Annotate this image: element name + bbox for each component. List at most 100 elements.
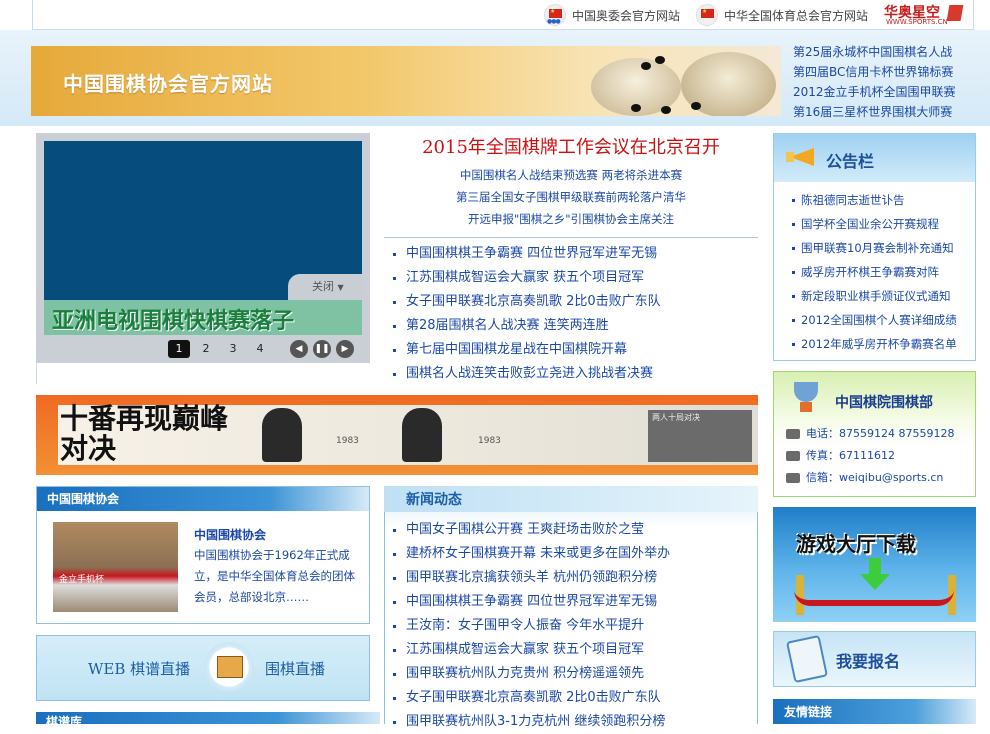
headline-subheads: 中国围棋名人战结束预选赛 两老将杀进本赛 第三届全国女子围棋甲级联赛前两轮落户清… (384, 164, 758, 230)
department-mail[interactable]: 信箱：weiqibu@sports.cn (786, 468, 943, 488)
go-stone-icon (631, 104, 641, 112)
previous-icon[interactable]: ◀ (290, 340, 308, 358)
association-description: 中国围棋协会于1962年正式成立，是中华全国体育总会的团体会员，总部设北京…… (194, 548, 355, 604)
news-item[interactable]: 围甲联赛杭州队3-1力克杭州 继续领跑积分榜 (384, 710, 758, 734)
center-news-list: 中国围棋棋王争霸赛 四位世界冠军进军无锡 江苏围棋成智运会大赢家 获五个项目冠军… (384, 242, 758, 386)
department-mail-text: 信箱：weiqibu@sports.cn (806, 471, 944, 484)
slideshow-close-button[interactable]: 关闭 ▼ (288, 274, 362, 300)
pause-icon[interactable]: ❚❚ (313, 340, 331, 358)
notice-item[interactable]: 围甲联赛10月赛会制补充通知 (790, 236, 970, 260)
notice-item[interactable]: 国学杯全国业余公开赛规程 (790, 212, 970, 236)
notice-list: 陈祖德同志逝世讣告 国学杯全国业余公开赛规程 围甲联赛10月赛会制补充通知 威孚… (790, 188, 970, 356)
association-building-photo[interactable]: 金立手机杯 (53, 522, 178, 612)
banner-news-list: 第25届永城杯中国围棋名人战 第四届BC信用卡杯世界锦标赛 2012金立手机杯全… (793, 42, 983, 122)
news-dynamics-list: 中国女子围棋公开赛 王爽赶场击败於之莹 建桥杯女子围棋赛开幕 未来或更多在国外举… (384, 518, 758, 734)
mail-icon (786, 473, 800, 483)
banner-news-item[interactable]: 第16届三星杯世界围棋大师赛 (793, 102, 983, 122)
chevron-down-icon: ▼ (337, 283, 344, 292)
player-portrait (262, 408, 302, 462)
news-item[interactable]: 女子围甲联赛北京高奏凯歌 2比0击败广东队 (384, 686, 758, 710)
sign-up-title: 我要报名 (836, 652, 901, 671)
association-photo-sign: 金立手机杯 (59, 575, 105, 585)
notice-item[interactable]: 陈祖德同志逝世讣告 (790, 188, 970, 212)
sports-cn-logo-mark-icon (946, 5, 964, 21)
ad-year-label: 1983 (478, 436, 501, 446)
go-stone-icon (691, 102, 701, 110)
divider (384, 237, 758, 238)
news-item[interactable]: 围棋名人战连笑击败彭立尧进入挑战者决赛 (384, 362, 758, 386)
notice-item[interactable]: 2012全国围棋个人赛详细成绩 (790, 308, 970, 332)
phone-icon (786, 429, 800, 439)
slideshow-page-button[interactable]: 3 (222, 340, 244, 358)
friendly-links-title[interactable]: 友情链接 (784, 703, 832, 720)
banner-news-item[interactable]: 第四届BC信用卡杯世界锦标赛 (793, 62, 983, 82)
news-item[interactable]: 中国女子围棋公开赛 王爽赶场击败於之莹 (384, 518, 758, 542)
slideshow-page-button[interactable]: 4 (249, 340, 271, 358)
ad-year-label: 1983 (336, 436, 359, 446)
slideshow-page-button[interactable]: 2 (195, 340, 217, 358)
notice-item[interactable]: 2012年威孚房开杯争霸赛名单 (790, 332, 970, 356)
headline-subhead[interactable]: 中国围棋名人战结束预选赛 两老将杀进本赛 (384, 164, 758, 186)
department-phone: 电话：87559124 87559128 (786, 424, 954, 444)
fax-icon (786, 451, 800, 461)
news-item[interactable]: 女子围甲联赛北京高奏凯歌 2比0击败广东队 (384, 290, 758, 314)
slideshow-pager: 1 2 3 4 ◀ ❚❚ ▶ (168, 340, 354, 358)
megaphone-icon (784, 142, 820, 172)
velvet-rope-icon (794, 590, 954, 606)
next-icon[interactable]: ▶ (336, 340, 354, 358)
association-box-header[interactable]: 中国围棋协会 (37, 487, 369, 511)
go-department-title: 中国棋院围棋部 (835, 395, 933, 411)
slideshow-caption[interactable]: 亚洲电视围棋快棋赛落子 (52, 303, 294, 335)
slideshow-close-label: 关闭 (312, 280, 334, 293)
sports-federation-link[interactable]: 中华全国体育总会官方网站 (696, 4, 868, 26)
news-item[interactable]: 建桥杯女子围棋赛开幕 未来或更多在国外举办 (384, 542, 758, 566)
news-item[interactable]: 江苏围棋成智运会大赢家 获五个项目冠军 (384, 266, 758, 290)
olympic-flag-icon: ●●● (544, 4, 566, 26)
notice-board-title[interactable]: 公告栏 (826, 148, 874, 172)
slideshow-footer (36, 363, 370, 384)
news-dynamics-title[interactable]: 新闻动态 (406, 489, 462, 509)
sports-cn-logo[interactable]: 华奥星空 WWW.SPORTS.CN (884, 2, 966, 28)
sports-federation-label: 中华全国体育总会官方网站 (724, 8, 869, 23)
site-title: 中国围棋协会官方网站 (63, 72, 273, 96)
banner-news-item[interactable]: 2012金立手机杯全国围甲联赛 (793, 82, 983, 102)
trophy-icon (790, 376, 824, 416)
headline-title[interactable]: 2015年全国棋牌工作会议在北京召开 (384, 133, 758, 159)
game-records-header[interactable]: 棋谱库 (36, 712, 380, 729)
news-item[interactable]: 中国围棋棋王争霸赛 四位世界冠军进军无锡 (384, 242, 758, 266)
slideshow-page-button[interactable]: 1 (168, 340, 190, 358)
web-record-live-link[interactable]: WEB 棋谱直播 (88, 658, 190, 679)
site-banner: 中国围棋协会官方网站 (31, 46, 781, 116)
headline-subhead[interactable]: 第三届全国女子围棋甲级联赛前两轮落户清华 (384, 186, 758, 208)
china-flag-icon (696, 4, 718, 26)
go-board-icon (204, 642, 254, 692)
banner-news-item[interactable]: 第25届永城杯中国围棋名人战 (793, 42, 983, 62)
ad-record-table: 两人十局对决 (648, 410, 752, 462)
news-item[interactable]: 王汝南：女子围甲令人振奋 今年水平提升 (384, 614, 758, 638)
department-phone-text: 电话：87559124 87559128 (806, 427, 955, 440)
news-item[interactable]: 围甲联赛杭州队力克贵州 积分榜遥遥领先 (384, 662, 758, 686)
news-item[interactable]: 围甲联赛北京擒获领头羊 杭州仍领跑积分榜 (384, 566, 758, 590)
game-records-header-label: 棋谱库 (46, 715, 83, 729)
news-item[interactable]: 第28届围棋名人战决赛 连笑两连胜 (384, 314, 758, 338)
go-stone-icon (655, 56, 665, 64)
news-item[interactable]: 第七届中国围棋龙星战在中国棋院开幕 (384, 338, 758, 362)
notice-item[interactable]: 威孚房开杯棋王争霸赛对阵 (790, 260, 970, 284)
ad-record-table-label: 两人十局对决 (652, 413, 700, 422)
game-lobby-download-title: 游戏大厅下载 (796, 532, 916, 556)
ad-banner-title: 十番再现巅峰对决 (60, 402, 229, 465)
news-item[interactable]: 中国围棋棋王争霸赛 四位世界冠军进军无锡 (384, 590, 758, 614)
player-portrait (402, 408, 442, 462)
go-stone-icon (661, 106, 671, 114)
olympic-committee-link[interactable]: ●●● 中国奥委会官方网站 (544, 4, 680, 26)
news-item[interactable]: 江苏围棋成智运会大赢家 获五个项目冠军 (384, 638, 758, 662)
notice-item[interactable]: 新定段职业棋手颁证仪式通知 (790, 284, 970, 308)
department-fax-text: 传真：67111612 (806, 449, 895, 462)
association-title[interactable]: 中国围棋协会 (194, 526, 266, 543)
go-live-link[interactable]: 围棋直播 (265, 658, 325, 679)
headline-subhead[interactable]: 开远申报"围棋之乡"引围棋协会主席关注 (384, 208, 758, 230)
download-arrow-icon (860, 558, 890, 592)
sports-cn-logo-sub: WWW.SPORTS.CN (886, 18, 948, 26)
go-stone-icon (641, 62, 651, 70)
department-fax: 传真：67111612 (786, 446, 895, 466)
